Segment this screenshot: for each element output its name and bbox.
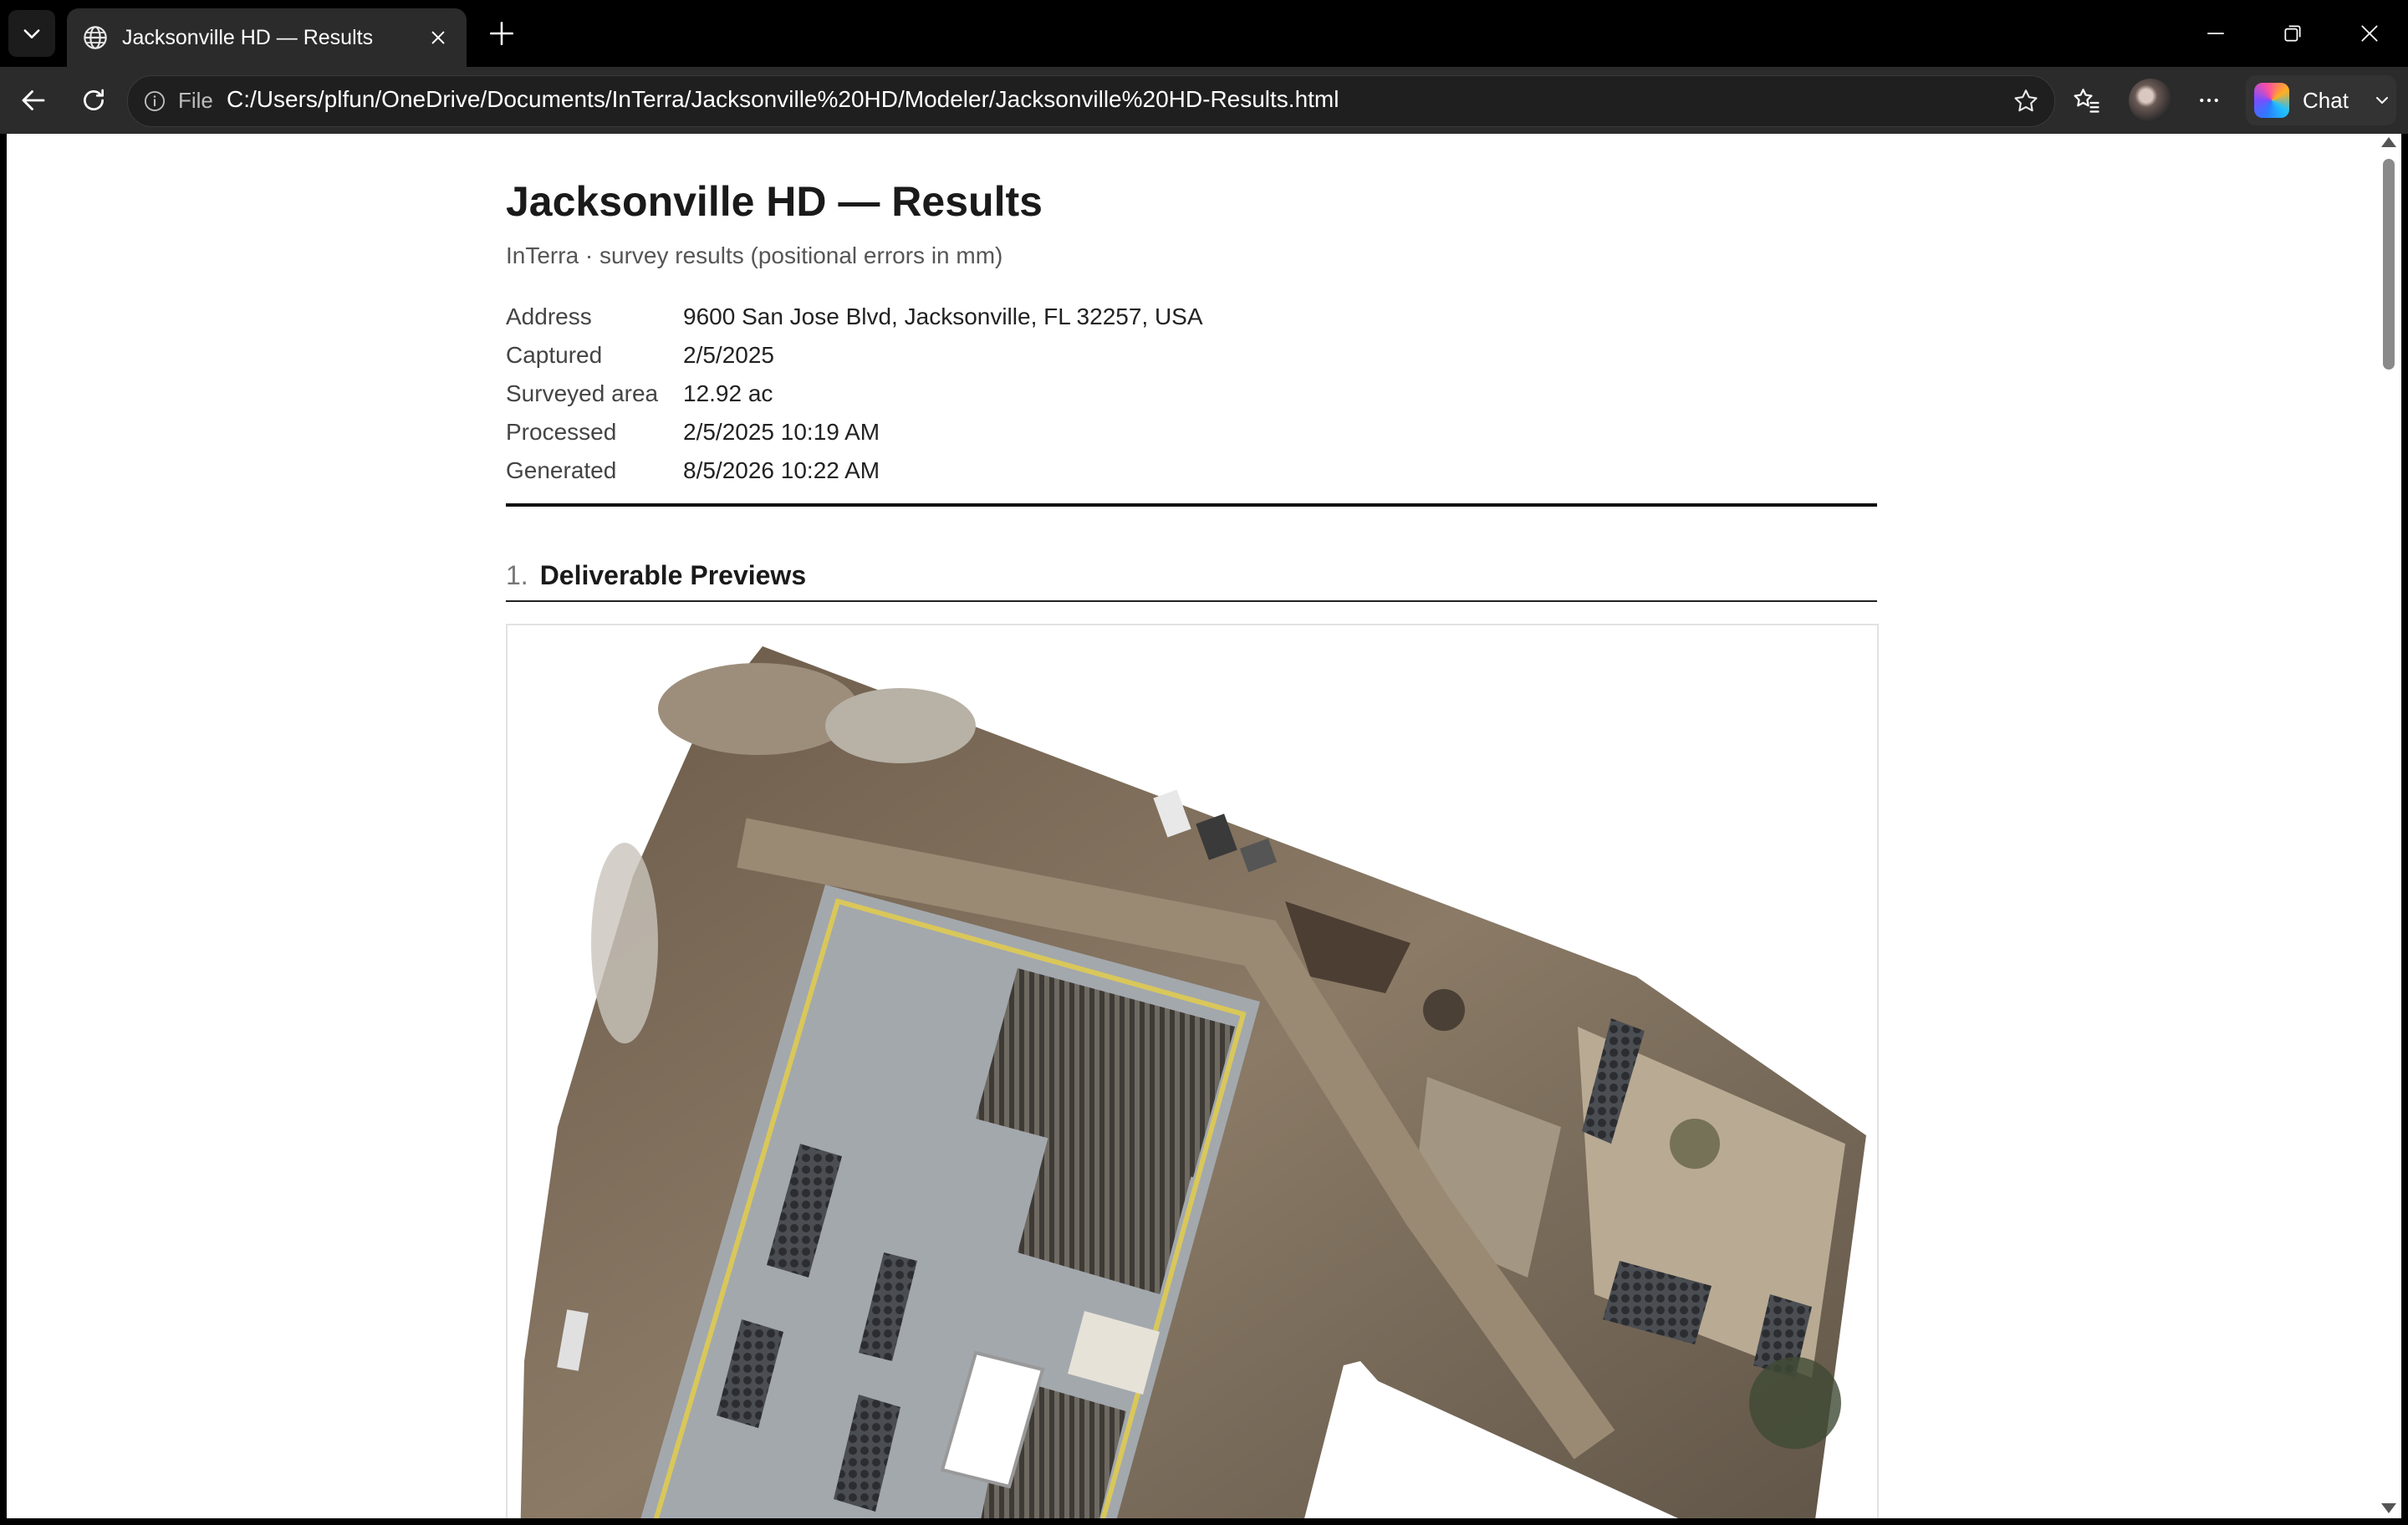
metadata-table: Address 9600 San Jose Blvd, Jacksonville… <box>506 298 1203 490</box>
add-favorite-button[interactable] <box>2011 86 2041 116</box>
chat-label: Chat <box>2303 87 2349 113</box>
metadata-row: Processed 2/5/2025 10:19 AM <box>506 413 1203 451</box>
tab-actions-menu-button[interactable] <box>8 10 55 57</box>
metadata-label: Captured <box>506 342 603 368</box>
section-number: 1. <box>506 560 528 590</box>
metadata-label: Address <box>506 303 592 329</box>
window-edge <box>0 1518 2408 1525</box>
metadata-value: 8/5/2026 10:22 AM <box>683 457 880 483</box>
vertical-scrollbar[interactable] <box>2376 134 2401 1518</box>
close-window-button[interactable] <box>2344 12 2395 55</box>
browser-toolbar: File C:/Users/plfun/OneDrive/Documents/I… <box>0 67 2408 134</box>
metadata-row: Generated 8/5/2026 10:22 AM <box>506 451 1203 490</box>
tab-title: Jacksonville HD — Results <box>122 25 374 49</box>
scroll-down-arrow-icon[interactable] <box>2381 1503 2396 1513</box>
tab-close-button[interactable] <box>421 21 455 54</box>
profile-avatar[interactable] <box>2129 79 2172 122</box>
favorites-icon <box>2074 89 2099 113</box>
metadata-value: 2/5/2025 10:19 AM <box>683 419 880 445</box>
plus-icon <box>489 21 514 46</box>
more-icon <box>2200 98 2218 103</box>
metadata-row: Address 9600 San Jose Blvd, Jacksonville… <box>506 298 1203 336</box>
header-divider <box>506 503 1877 507</box>
metadata-value: 12.92 ac <box>683 380 773 406</box>
close-icon <box>431 31 445 44</box>
window-edge <box>2401 134 2408 1525</box>
scrollbar-thumb[interactable] <box>2383 159 2395 370</box>
restore-button[interactable] <box>2268 12 2318 55</box>
page-subtitle: InTerra · survey results (positional err… <box>506 242 1003 268</box>
metadata-value: 2/5/2025 <box>683 342 774 368</box>
chevron-down-icon <box>23 29 40 38</box>
metadata-row: Surveyed area 12.92 ac <box>506 375 1203 413</box>
favorites-button[interactable] <box>2067 80 2107 120</box>
minimize-button[interactable] <box>2191 12 2241 55</box>
title-bar: Jacksonville HD — Results <box>0 0 2408 67</box>
address-bar[interactable]: File C:/Users/plfun/OneDrive/Documents/I… <box>127 75 2055 127</box>
metadata-label: Surveyed area <box>506 380 659 406</box>
new-tab-button[interactable] <box>482 13 522 54</box>
copilot-logo-icon <box>2254 83 2289 118</box>
orthomosaic-image <box>520 646 1866 1518</box>
chevron-down-icon <box>2375 97 2388 104</box>
more-options-button[interactable] <box>2189 80 2229 120</box>
browser-tab-active[interactable]: Jacksonville HD — Results <box>67 8 467 67</box>
refresh-button[interactable] <box>74 80 114 120</box>
minimize-icon <box>2207 33 2224 34</box>
address-scheme-label: File <box>178 88 213 113</box>
back-arrow-icon <box>22 90 45 110</box>
restore-icon <box>2284 25 2301 42</box>
back-button[interactable] <box>13 80 54 120</box>
metadata-label: Generated <box>506 457 617 483</box>
metadata-value: 9600 San Jose Blvd, Jacksonville, FL 322… <box>683 303 1203 329</box>
page-viewport: Jacksonville HD — Results InTerra · surv… <box>7 134 2376 1518</box>
refresh-icon <box>84 89 104 110</box>
metadata-row: Captured 2/5/2025 <box>506 336 1203 375</box>
close-icon <box>2361 25 2378 42</box>
metadata-label: Processed <box>506 419 617 445</box>
scroll-up-arrow-icon[interactable] <box>2381 137 2396 147</box>
section-heading: 1. Deliverable Previews <box>506 560 806 591</box>
info-icon[interactable] <box>141 88 168 115</box>
star-icon <box>2014 89 2038 112</box>
copilot-chat-button[interactable]: Chat <box>2246 75 2396 125</box>
address-url[interactable]: C:/Users/plfun/OneDrive/Documents/InTerr… <box>227 86 1339 113</box>
section-title: Deliverable Previews <box>539 560 807 590</box>
page-title: Jacksonville HD — Results <box>506 178 1043 225</box>
globe-icon <box>80 23 110 53</box>
orthomosaic-preview <box>506 624 1879 1518</box>
section-divider <box>506 600 1877 602</box>
